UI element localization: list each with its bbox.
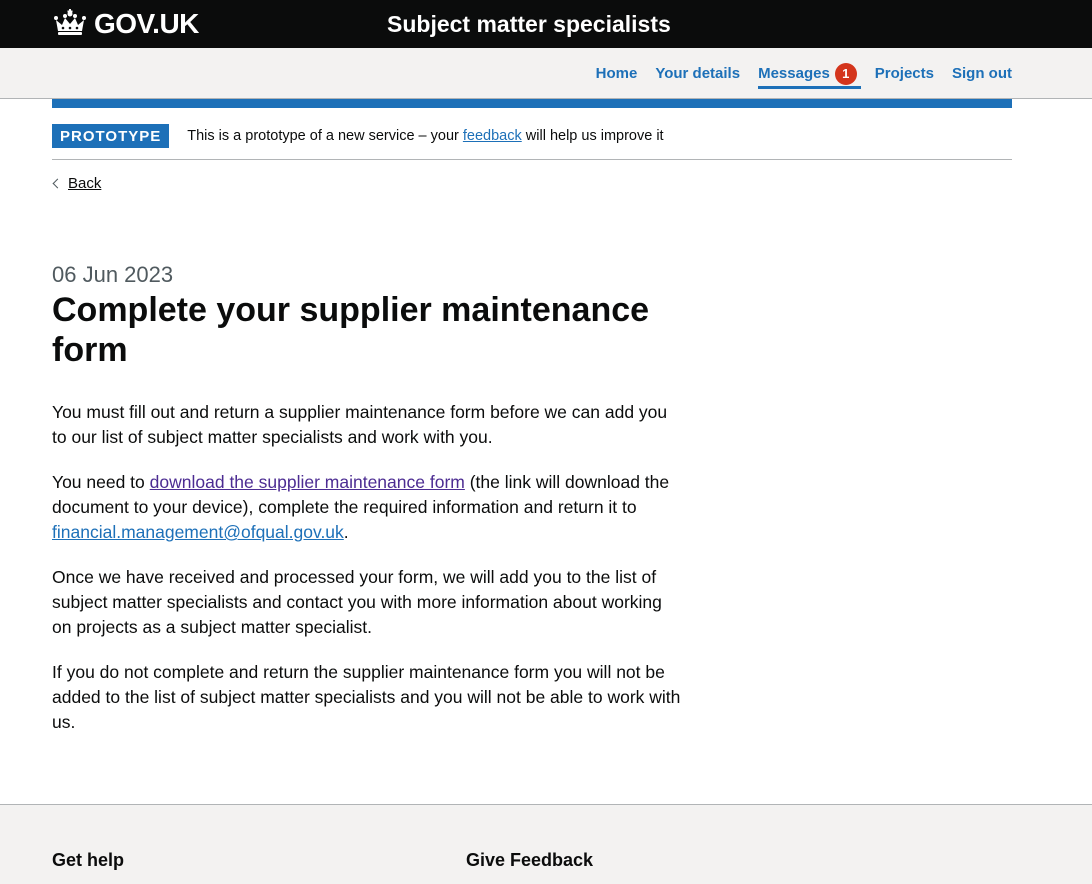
header-accent-strip	[52, 99, 1012, 108]
paragraph-1: You must fill out and return a supplier …	[52, 402, 668, 447]
footer-heading-give-feedback: Give Feedback	[466, 850, 594, 870]
nav-item-messages[interactable]: Messages 1	[758, 63, 861, 89]
logo-text: GOV.UK	[94, 8, 199, 39]
nav-item-projects[interactable]: Projects	[875, 63, 934, 85]
chevron-left-icon	[52, 178, 63, 189]
phase-tag: PROTOTYPE	[52, 124, 170, 148]
unread-count-badge: 1	[834, 63, 857, 85]
p2-text-before: You need to	[52, 472, 150, 492]
phase-text-before: This is a prototype of a new service – y…	[187, 128, 463, 144]
nav-item-label: Your details	[655, 65, 741, 82]
download-form-link[interactable]: download the supplier maintenance form	[150, 472, 465, 492]
nav-item-sign-out[interactable]: Sign out	[952, 63, 1012, 85]
nav-item-label: Sign out	[952, 65, 1012, 82]
govuk-logo-link[interactable]: GOV.UK	[52, 8, 199, 40]
message-date: 06 Jun 2023	[52, 262, 174, 287]
paragraph-2: You need to download the supplier mainte…	[52, 470, 682, 545]
footer-heading-get-help: Get help	[52, 850, 125, 870]
site-footer: Get help Give Feedback	[0, 804, 1092, 884]
nav-item-label: Home	[595, 65, 638, 82]
email-link[interactable]: financial.management@ofqual.gov.uk	[52, 522, 344, 542]
nav-item-label: Projects	[874, 65, 934, 82]
site-header: GOV.UK Subject matter specialists	[0, 0, 1092, 48]
nav-item-label: Messages	[758, 65, 830, 82]
navigation-bar: Home Your details Messages 1 Projects Si…	[0, 48, 1092, 99]
paragraph-3: Once we have received and processed your…	[52, 567, 662, 637]
message-body: You must fill out and return a supplier …	[52, 400, 682, 755]
p2-text-after: .	[343, 522, 349, 542]
back-link[interactable]: Back	[68, 175, 101, 192]
page-title: Complete your supplier maintenance form	[52, 291, 650, 369]
phase-text-after: will help us improve it	[521, 128, 664, 144]
feedback-link[interactable]: feedback	[463, 128, 522, 144]
nav-item-your-details[interactable]: Your details	[655, 63, 740, 85]
service-name-link[interactable]: Subject matter specialists	[387, 8, 671, 40]
nav-item-home[interactable]: Home	[596, 63, 638, 85]
primary-navigation: Home Your details Messages 1 Projects Si…	[578, 63, 1012, 89]
crown-icon	[52, 9, 88, 39]
phase-banner-text: This is a prototype of a new service – y…	[187, 124, 663, 148]
phase-banner: PROTOTYPE This is a prototype of a new s…	[52, 124, 1012, 160]
back-link-container: Back	[52, 175, 101, 192]
paragraph-4: If you do not complete and return the su…	[52, 662, 681, 732]
